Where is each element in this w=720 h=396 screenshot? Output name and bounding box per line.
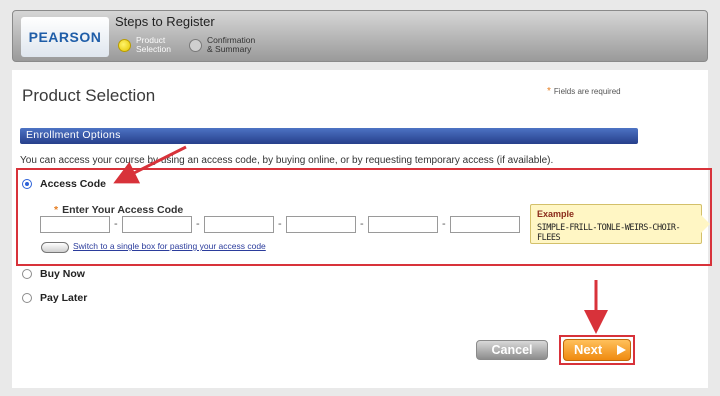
step-product-selection: Product Selection (118, 36, 171, 54)
product-selection-panel: Product Selection * Fields are required E… (12, 70, 712, 388)
buy-now-radio[interactable] (22, 269, 32, 279)
example-code: SIMPLE-FRILL-TONLE-WEIRS-CHOIR-FLEES (537, 223, 681, 243)
access-code-input-2[interactable] (122, 216, 192, 233)
pay-later-radio[interactable] (22, 293, 32, 303)
access-code-input-4[interactable] (286, 216, 356, 233)
single-box-toggle[interactable] (41, 242, 69, 253)
example-title: Example (537, 209, 575, 219)
section-title: Enrollment Options (26, 129, 121, 141)
required-star-icon: * (547, 86, 551, 97)
step-confirmation-summary: Confirmation & Summary (189, 36, 255, 54)
access-code-input-3[interactable] (204, 216, 274, 233)
access-code-input-6[interactable] (450, 216, 520, 233)
buy-now-option-label[interactable]: Buy Now (40, 268, 85, 280)
required-star-icon: * (54, 204, 59, 216)
code-separator: - (442, 218, 446, 230)
enter-access-code-label: * Enter Your Access Code (54, 204, 184, 216)
step-active-indicator-icon (118, 38, 131, 52)
next-button[interactable]: Next (563, 339, 631, 361)
access-code-option-label[interactable]: Access Code (40, 178, 106, 190)
access-code-input-5[interactable] (368, 216, 438, 233)
registration-header: PEARSON Steps to Register Product Select… (12, 10, 708, 62)
logo-text: PEARSON (28, 29, 102, 45)
enrollment-options-bar: Enrollment Options (20, 128, 638, 144)
step-label: Confirmation & Summary (207, 35, 256, 54)
pearson-logo: PEARSON (21, 17, 109, 57)
step-label: Product Selection (136, 35, 171, 54)
code-separator: - (278, 218, 282, 230)
step-inactive-indicator-icon (189, 38, 202, 52)
cancel-button[interactable]: Cancel (476, 340, 548, 360)
example-code-callout: Example SIMPLE-FRILL-TONLE-WEIRS-CHOIR-F… (530, 204, 710, 244)
code-separator: - (196, 218, 200, 230)
intro-text: You can access your course by using an a… (20, 155, 554, 166)
required-fields-note: * Fields are required (547, 86, 621, 97)
play-arrow-icon (617, 345, 626, 355)
code-separator: - (114, 218, 118, 230)
page-title: Product Selection (22, 86, 156, 105)
access-code-input-1[interactable] (40, 216, 110, 233)
pay-later-option-label[interactable]: Pay Later (40, 292, 87, 304)
access-code-radio[interactable] (22, 179, 32, 189)
code-separator: - (360, 218, 364, 230)
steps-title: Steps to Register (115, 14, 215, 29)
switch-single-box-link[interactable]: Switch to a single box for pasting your … (73, 241, 266, 251)
